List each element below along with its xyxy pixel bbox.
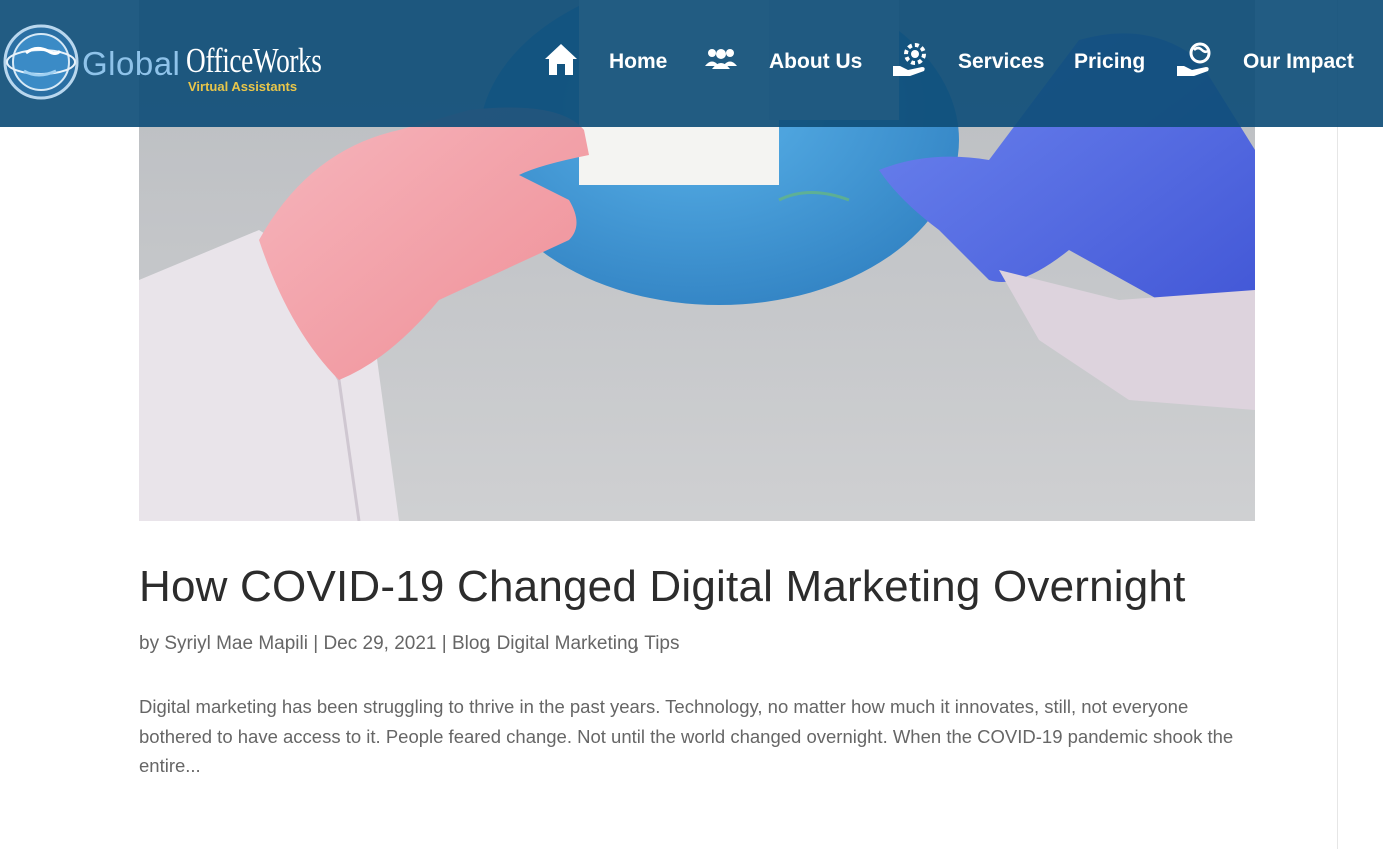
nav-label-our-impact: Our Impact [1243, 50, 1354, 73]
nav-item-about-us[interactable]: About Us [704, 40, 862, 84]
logo-tagline: Virtual Assistants [188, 79, 298, 94]
nav-label-home: Home [609, 50, 668, 73]
meta-by: by [139, 633, 160, 654]
nav-label-pricing: Pricing [1074, 50, 1146, 73]
nav-label-about-us: About Us [769, 50, 863, 73]
nav-item-pricing[interactable]: Pricing [1074, 40, 1145, 84]
nav-item-our-impact[interactable]: Our Impact [1176, 40, 1354, 84]
globe-logo-icon [3, 24, 79, 100]
post-meta: by Syriyl Mae Mapili | Dec 29, 2021 | Bl… [139, 633, 680, 655]
post-date: Dec 29, 2021 [323, 633, 437, 654]
users-icon [704, 44, 738, 80]
logo-text-officeworks: OfficeWorks [186, 41, 322, 80]
author-link[interactable]: Syriyl Mae Mapili [164, 633, 308, 654]
content-divider [1337, 0, 1338, 849]
nav-label-services: Services [958, 50, 1045, 73]
home-icon [542, 40, 580, 84]
meta-comma: , [634, 633, 645, 654]
post-excerpt: Digital marketing has been struggling to… [139, 696, 1234, 776]
category-link-tips[interactable]: Tips [644, 633, 679, 654]
nav-item-home[interactable]: Home [542, 40, 667, 84]
site-logo[interactable]: Global OfficeWorks Virtual Assistants [2, 23, 332, 101]
category-link-digital-marketing[interactable]: Digital Marketing [497, 633, 639, 654]
meta-separator: | [307, 633, 324, 654]
category-link-blog[interactable]: Blog [452, 633, 490, 654]
logo-text-global: Global [82, 45, 181, 82]
meta-comma: , [486, 633, 497, 654]
site-header: Global OfficeWorks Virtual Assistants Ho… [0, 0, 1383, 127]
post-title[interactable]: How COVID-19 Changed Digital Marketing O… [139, 562, 1186, 612]
nav-item-services[interactable]: Services [892, 40, 1044, 84]
globe-hand-icon [1176, 40, 1214, 84]
meta-separator: | [436, 633, 452, 654]
gear-hand-icon [892, 40, 930, 84]
